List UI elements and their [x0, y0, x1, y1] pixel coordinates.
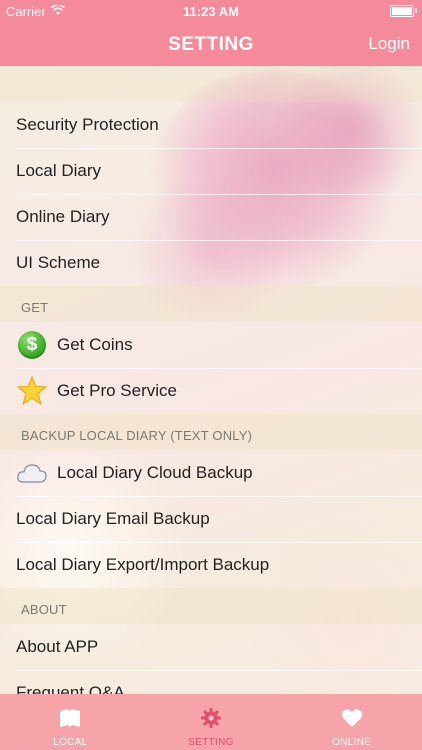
tab-online[interactable]: ONLINE	[281, 694, 422, 750]
export-import-backup-row[interactable]: Local Diary Export/Import Backup	[0, 542, 422, 588]
row-label: Local Diary Email Backup	[16, 509, 210, 528]
login-button[interactable]: Login	[368, 34, 410, 54]
tab-setting[interactable]: SETTING	[141, 694, 282, 750]
cloud-backup-row[interactable]: Local Diary Cloud Backup	[0, 450, 422, 496]
battery-icon	[390, 5, 417, 17]
tab-label: SETTING	[188, 737, 234, 748]
navigation-bar: SETTING Login	[0, 22, 422, 66]
settings-screen: Carrier 11:23 AM SETTING Login Security …	[0, 0, 422, 750]
heart-icon	[339, 705, 365, 731]
dollar-coin-icon: $	[16, 329, 48, 361]
security-protection-row[interactable]: Security Protection	[0, 102, 422, 148]
online-diary-row[interactable]: Online Diary	[0, 194, 422, 240]
section-header-label: GET	[21, 300, 49, 315]
section-header-label: BACKUP LOCAL DIARY (TEXT ONLY)	[21, 428, 253, 443]
row-label: Local Diary Cloud Backup	[57, 463, 253, 482]
section-header-backup: BACKUP LOCAL DIARY (TEXT ONLY)	[0, 414, 422, 450]
cloud-icon	[16, 457, 48, 489]
row-label: Online Diary	[16, 207, 110, 226]
top-spacer	[0, 66, 422, 102]
row-label: UI Scheme	[16, 253, 101, 272]
page-title: SETTING	[168, 34, 254, 55]
row-label: Local Diary	[16, 161, 102, 180]
get-coins-row[interactable]: $ Get Coins	[0, 322, 422, 368]
section-header-label: ABOUT	[21, 602, 67, 617]
local-diary-row[interactable]: Local Diary	[0, 148, 422, 194]
about-app-row[interactable]: About APP	[0, 624, 422, 670]
star-icon	[16, 375, 48, 407]
ui-scheme-row[interactable]: UI Scheme	[0, 240, 422, 286]
tab-local[interactable]: LOCAL	[0, 694, 141, 750]
section-header-get: GET	[0, 286, 422, 322]
status-time: 11:23 AM	[183, 4, 239, 19]
row-label: About APP	[16, 637, 99, 656]
tab-label: ONLINE	[332, 737, 372, 748]
frequent-qa-row[interactable]: Frequent Q&A	[0, 670, 422, 694]
status-bar: Carrier 11:23 AM	[0, 0, 422, 22]
section-header-about: ABOUT	[0, 588, 422, 624]
row-label: Frequent Q&A	[16, 683, 125, 694]
tab-label: LOCAL	[53, 737, 88, 748]
book-icon	[57, 705, 83, 731]
email-backup-row[interactable]: Local Diary Email Backup	[0, 496, 422, 542]
row-label: Security Protection	[16, 115, 159, 134]
gear-icon	[198, 705, 224, 731]
settings-list[interactable]: Security Protection Local Diary Online D…	[0, 66, 422, 694]
row-label: Get Coins	[57, 335, 133, 354]
get-pro-service-row[interactable]: Get Pro Service	[0, 368, 422, 414]
row-label: Get Pro Service	[57, 381, 177, 400]
tab-bar: LOCAL SETTING ONLINE	[0, 694, 422, 750]
row-label: Local Diary Export/Import Backup	[16, 555, 270, 574]
